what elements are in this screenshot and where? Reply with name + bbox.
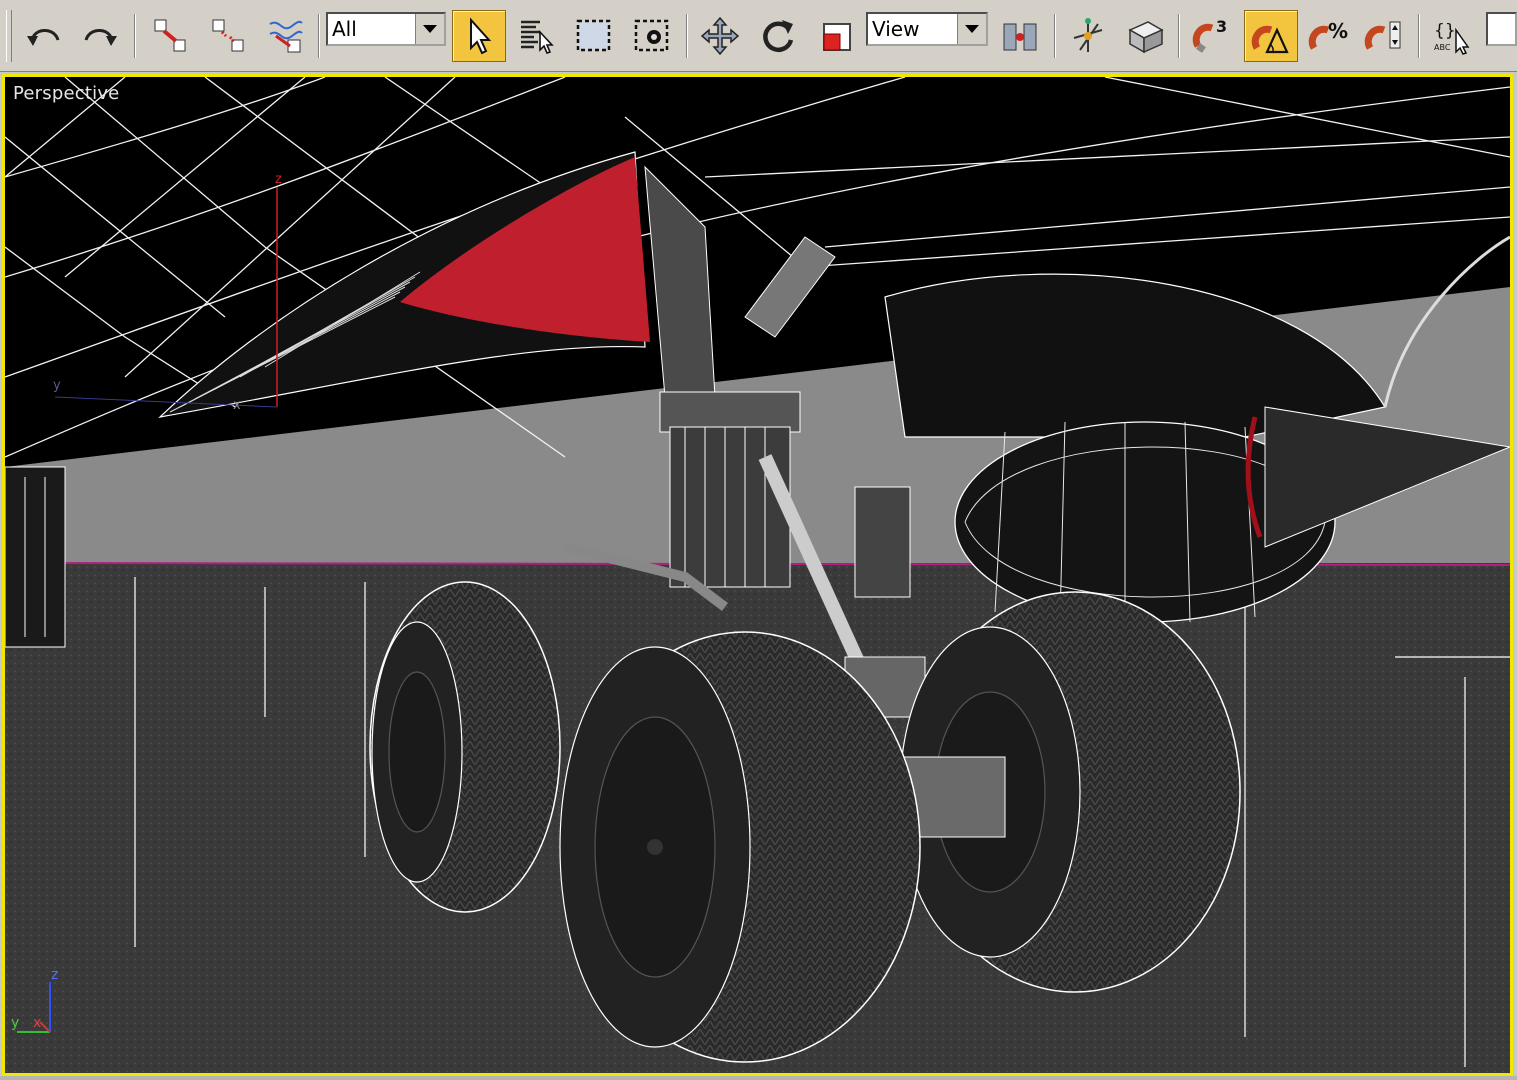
perspective-viewport[interactable]: z y x z y x Perspective <box>2 74 1513 1076</box>
reference-coordinate-value: View <box>872 17 920 41</box>
edit-named-selection-sets-button[interactable]: {} ABC <box>1428 10 1476 62</box>
select-and-manipulate-button[interactable] <box>1064 10 1112 62</box>
reference-coordinate-dropdown[interactable]: View <box>866 12 988 46</box>
world-axis-y-label: y <box>11 1015 19 1031</box>
undo-icon <box>27 29 60 46</box>
percent-snap-icon: % <box>1308 19 1348 50</box>
separator <box>1054 14 1056 58</box>
redo-button[interactable] <box>76 10 124 62</box>
world-axis-z-label: z <box>51 967 58 983</box>
world-axis-x-label: x <box>33 1015 41 1031</box>
select-and-scale-button[interactable] <box>810 10 858 62</box>
keyboard-icon <box>1128 21 1164 54</box>
window-crossing-icon <box>634 19 669 52</box>
snaps-toggle-button[interactable]: 3 <box>1186 10 1234 62</box>
main-toolbar: All View 3 % {} ABC <box>0 0 1517 72</box>
viewport-scene: z y x z y x <box>5 77 1510 1073</box>
percent-snap-toggle-button[interactable]: % <box>1304 10 1352 62</box>
window-crossing-button[interactable] <box>628 10 676 62</box>
wheel-front-left <box>559 631 921 1063</box>
select-and-link-button[interactable] <box>146 10 194 62</box>
select-by-name-icon <box>521 20 554 54</box>
select-by-name-button[interactable] <box>512 10 560 62</box>
named-sets-glyph: {} <box>1434 21 1456 41</box>
redo-icon <box>84 29 117 46</box>
move-icon <box>700 16 740 56</box>
chevron-down-icon[interactable] <box>957 14 986 44</box>
separator <box>318 14 320 58</box>
space-warp-icon <box>269 20 303 53</box>
cursor-arrow-icon <box>470 17 492 55</box>
separator <box>134 14 136 58</box>
select-and-rotate-button[interactable] <box>754 10 802 62</box>
angle-snap-icon <box>1251 25 1289 54</box>
pivot-center-icon <box>1003 23 1037 51</box>
gizmo-axis-y-label: y <box>53 378 61 393</box>
left-gear-distant <box>5 466 66 648</box>
viewport-label[interactable]: Perspective <box>13 83 119 104</box>
unlink-icon <box>212 19 244 52</box>
bottom-edge <box>0 1076 1517 1080</box>
named-sets-caption: ABC <box>1434 43 1451 52</box>
selection-filter-value: All <box>332 17 357 41</box>
toolbar-grip[interactable] <box>6 10 12 62</box>
gizmo-axis-x-label: x <box>233 398 241 413</box>
named-selection-sets-icon: {} ABC <box>1434 21 1470 55</box>
spinner-snap-toggle-button[interactable] <box>1360 10 1408 62</box>
scale-icon <box>823 23 851 51</box>
separator <box>686 14 688 58</box>
separator <box>1178 14 1180 58</box>
gizmo-axis-z-label: z <box>275 172 282 187</box>
percent-glyph: % <box>1328 19 1348 43</box>
link-icon <box>154 19 186 52</box>
magnet-snap-icon: 3 <box>1192 17 1227 53</box>
named-selection-set-field[interactable] <box>1486 12 1517 46</box>
chevron-down-icon[interactable] <box>415 14 444 44</box>
angle-snap-toggle-button[interactable] <box>1244 10 1298 62</box>
snap-mode-number: 3 <box>1216 17 1227 36</box>
rectangular-selection-button[interactable] <box>570 10 618 62</box>
select-object-button[interactable] <box>452 10 506 62</box>
select-and-move-button[interactable] <box>696 10 744 62</box>
manipulate-icon <box>1073 18 1103 52</box>
rotate-icon <box>763 20 794 52</box>
wheel-rear-left <box>369 581 561 913</box>
spinner-snap-icon <box>1364 21 1401 50</box>
selection-filter-dropdown[interactable]: All <box>326 12 446 46</box>
undo-button[interactable] <box>20 10 68 62</box>
unlink-selection-button[interactable] <box>204 10 252 62</box>
bind-to-space-warp-button[interactable] <box>262 10 310 62</box>
keyboard-shortcut-override-button[interactable] <box>1122 10 1170 62</box>
separator <box>1418 14 1420 58</box>
use-pivot-point-center-button[interactable] <box>996 10 1044 62</box>
rectangle-selection-icon <box>576 19 611 52</box>
